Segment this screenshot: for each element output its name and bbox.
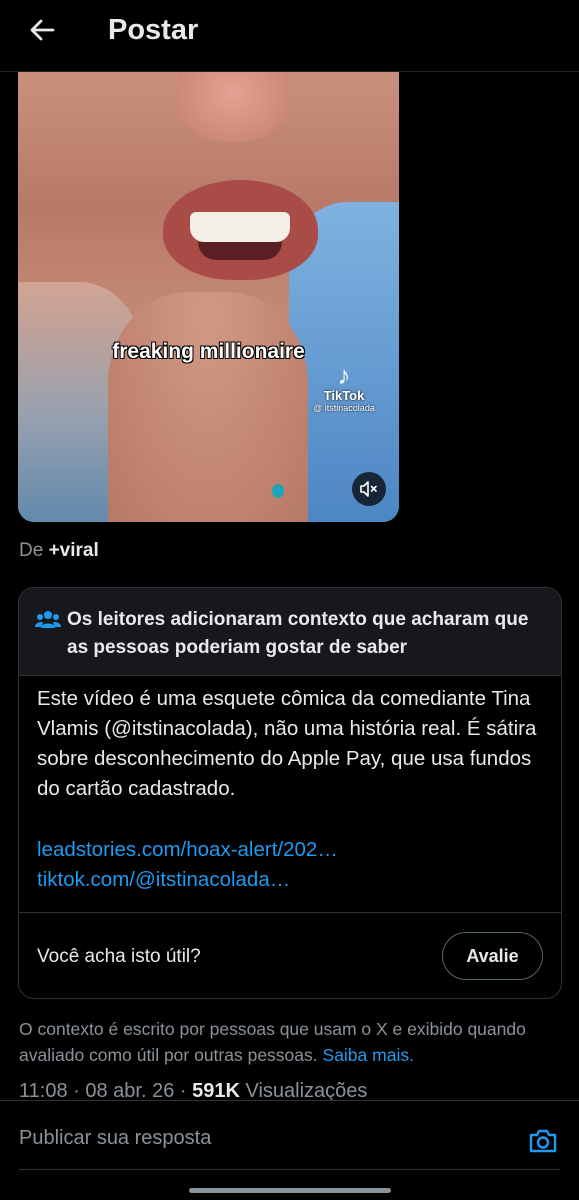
helpful-question: Você acha isto útil? <box>37 946 201 967</box>
video-player[interactable]: freaking millionaire ♪ TikTok @ itstinac… <box>18 72 399 522</box>
source-prefix: De <box>19 540 44 561</box>
camera-button[interactable] <box>527 1125 559 1157</box>
community-note-title: Os leitores adicionaram contexto que ach… <box>67 609 529 658</box>
tiktok-handle: @ itstinacolada <box>313 403 375 413</box>
video-frame-pendant <box>272 484 284 498</box>
people-icon <box>35 606 67 675</box>
mute-button[interactable] <box>352 472 386 506</box>
speaker-muted-icon <box>360 481 377 497</box>
disclaimer-text: O contexto é escrito por pessoas que usa… <box>19 1019 526 1065</box>
reply-composer <box>0 1100 579 1200</box>
back-button[interactable] <box>22 12 62 48</box>
top-bar: Postar <box>0 0 579 72</box>
tiktok-brand: TikTok <box>323 388 365 403</box>
views-count: 591K <box>192 1080 240 1102</box>
learn-more-link[interactable]: Saiba mais. <box>323 1045 414 1065</box>
community-note-links: leadstories.com/hoax-alert/202… tiktok.c… <box>37 835 338 895</box>
tiktok-logo-icon: ♪ <box>337 360 351 390</box>
community-note-card: Os leitores adicionaram contexto que ach… <box>18 587 562 999</box>
video-frame-nose <box>178 72 288 142</box>
home-indicator[interactable] <box>189 1188 391 1193</box>
rate-button[interactable]: Avalie <box>442 932 543 980</box>
reply-underline <box>19 1169 560 1170</box>
context-disclaimer: O contexto é escrito por pessoas que usa… <box>19 1016 564 1068</box>
reply-input[interactable] <box>19 1127 499 1150</box>
community-note-body: Este vídeo é uma esquete cômica da comed… <box>37 687 537 800</box>
source-link[interactable]: leadstories.com/hoax-alert/202… <box>37 835 338 865</box>
divider <box>19 912 561 913</box>
post-date: 08 abr. 26 <box>85 1080 175 1102</box>
camera-icon <box>529 1129 557 1153</box>
views-label: Visualizações <box>245 1080 368 1102</box>
source-link[interactable]: tiktok.com/@itstinacolada… <box>37 865 338 895</box>
video-frame-tongue <box>198 242 282 260</box>
community-note-header: Os leitores adicionaram contexto que ach… <box>19 588 561 676</box>
post-time: 11:08 <box>19 1080 68 1102</box>
tiktok-watermark: ♪ TikTok @ itstinacolada <box>299 362 389 413</box>
page-title: Postar <box>108 14 199 46</box>
video-frame-teeth <box>190 212 290 242</box>
arrow-left-icon <box>30 19 55 41</box>
source-attribution: De +viral <box>19 540 99 562</box>
source-name-link[interactable]: +viral <box>49 540 99 561</box>
